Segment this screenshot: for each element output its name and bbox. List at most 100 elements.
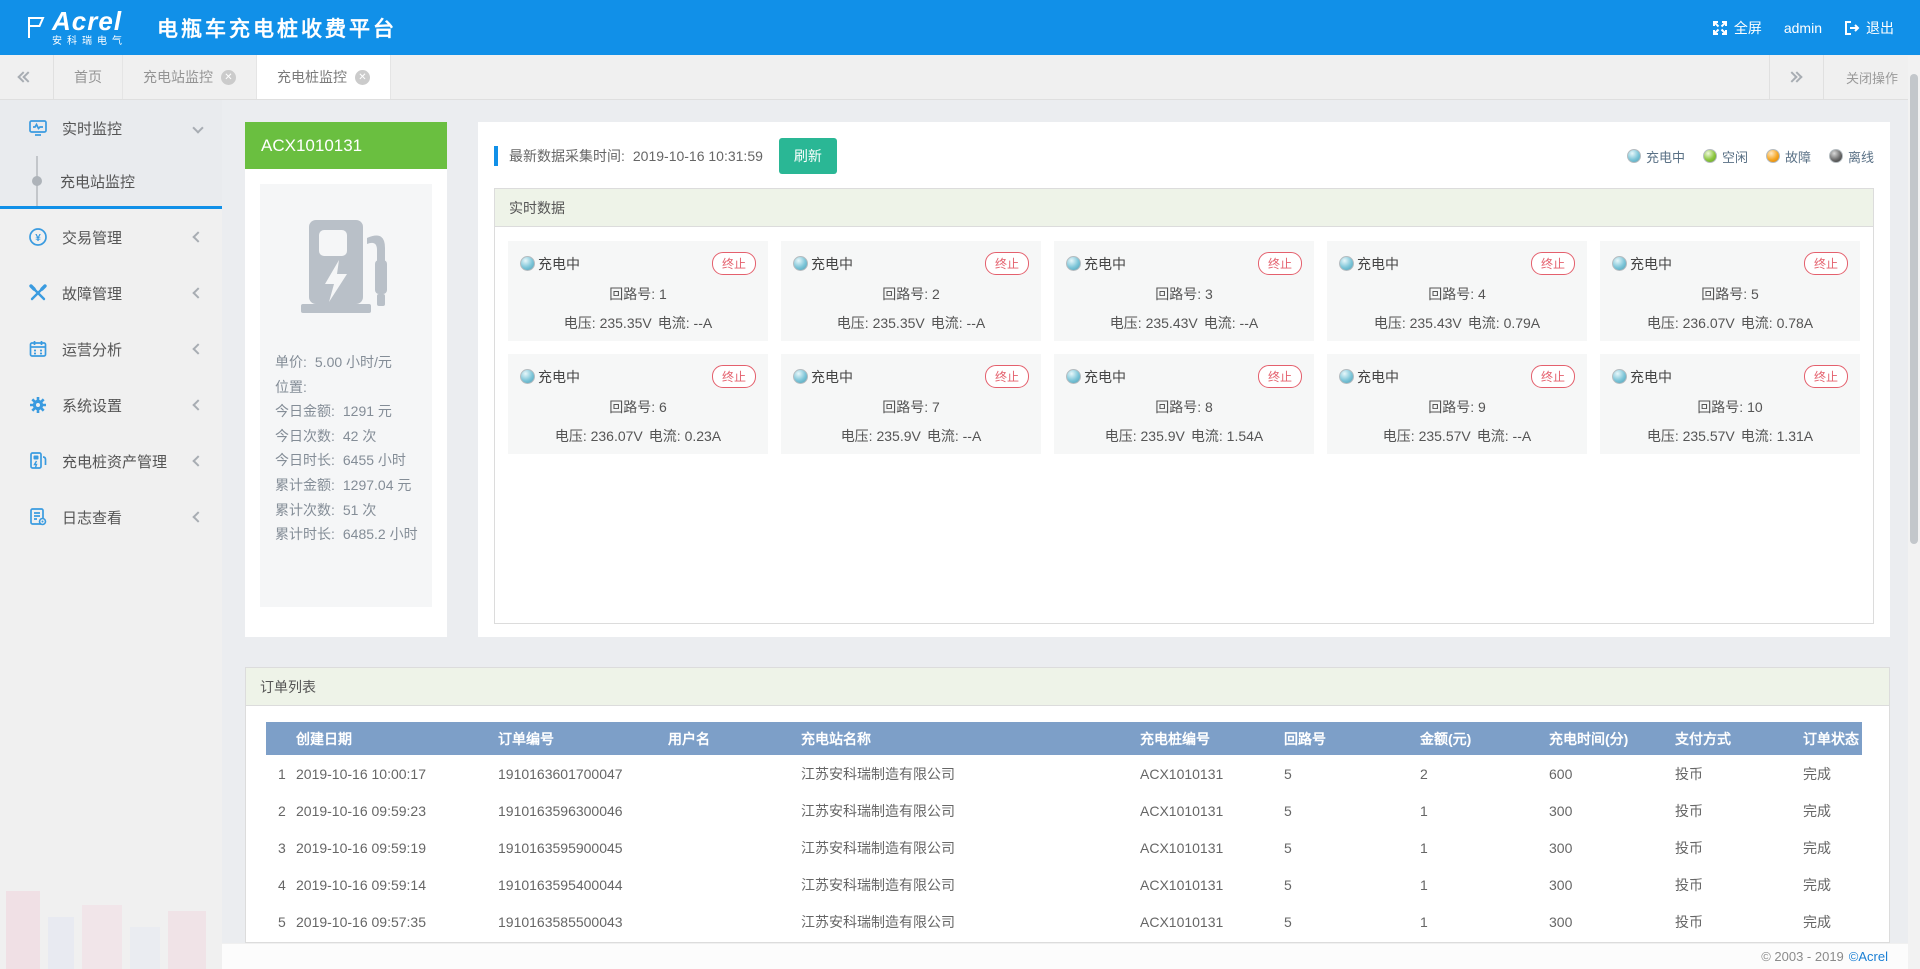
tab-home[interactable]: 首页	[54, 55, 123, 99]
circuit-card: 充电中 终止 回路号: 1 电压: 235.35V电流: --A	[508, 241, 768, 341]
cell-pile: ACX1010131	[1140, 755, 1284, 792]
orders-panel: 订单列表 创建日期 订单编号 用户名 充电站名称 充电桩编号	[245, 667, 1890, 943]
footer-brand-link[interactable]: ©Acrel	[1849, 949, 1888, 964]
cell-status: 完成	[1803, 792, 1862, 829]
close-operations-dropdown[interactable]: 关闭操作	[1823, 55, 1920, 99]
charging-status-icon	[1339, 369, 1354, 384]
cell-username	[668, 792, 801, 829]
cell-date: 2019-10-16 10:00:17	[296, 755, 498, 792]
tabs-scroll-right-button[interactable]	[1769, 55, 1823, 99]
sidebar-item-operation-analysis[interactable]: 运营分析	[0, 321, 222, 377]
column-header-minutes: 充电时间(分)	[1549, 722, 1675, 755]
terminate-button[interactable]: 终止	[1258, 252, 1302, 275]
circuit-status: 充电中	[1630, 367, 1672, 387]
cell-pay: 投币	[1675, 866, 1803, 903]
main-area: ACX1010131	[222, 100, 1920, 969]
cell-index: 3	[266, 829, 296, 866]
double-chevron-left-icon	[22, 73, 32, 81]
circuit-readings: 电压: 235.9V电流: --A	[793, 426, 1029, 446]
top-header: Acrel 安科瑞电气 电瓶车充电桩收费平台 全屏 admin 退出	[0, 0, 1920, 55]
collect-time-label: 最新数据采集时间:	[509, 146, 625, 166]
cell-status: 完成	[1803, 866, 1862, 903]
terminate-button[interactable]: 终止	[712, 365, 756, 388]
acrel-logo-icon	[26, 15, 48, 41]
circuit-readings: 电压: 235.43V电流: 0.79A	[1339, 313, 1575, 333]
user-menu[interactable]: admin	[1784, 20, 1822, 36]
cell-index: 2	[266, 792, 296, 829]
terminate-button[interactable]: 终止	[985, 252, 1029, 275]
sidebar-item-logs[interactable]: 日志查看	[0, 489, 222, 545]
column-header-circuit: 回路号	[1284, 722, 1420, 755]
sidebar-item-transactions[interactable]: ¥ 交易管理	[0, 209, 222, 265]
terminate-button[interactable]: 终止	[985, 365, 1029, 388]
stat-today-count: 今日次数:42 次	[275, 424, 432, 449]
order-row: 4 2019-10-16 09:59:14 1910163595400044 江…	[266, 866, 1862, 903]
terminate-button[interactable]: 终止	[1804, 252, 1848, 275]
fullscreen-button[interactable]: 全屏	[1712, 18, 1762, 38]
cell-amount: 1	[1420, 792, 1549, 829]
cell-amount: 1	[1420, 866, 1549, 903]
circuit-number: 回路号: 4	[1339, 284, 1575, 304]
column-header-username: 用户名	[668, 722, 801, 755]
circuit-readings: 电压: 236.07V电流: 0.78A	[1612, 313, 1848, 333]
circuit-number: 回路号: 2	[793, 284, 1029, 304]
calendar-icon	[28, 339, 48, 359]
scrollbar-thumb[interactable]	[1910, 74, 1918, 544]
terminate-button[interactable]: 终止	[1531, 252, 1575, 275]
cell-station: 江苏安科瑞制造有限公司	[801, 792, 1140, 829]
pile-info-card: ACX1010131	[245, 122, 447, 637]
tab-station-monitor[interactable]: 充电站监控 ✕	[123, 55, 257, 99]
sidebar-item-realtime-monitor[interactable]: 实时监控	[0, 100, 222, 156]
circuit-status: 充电中	[811, 254, 853, 274]
cell-minutes: 300	[1549, 903, 1675, 940]
tab-close-icon[interactable]: ✕	[221, 70, 236, 85]
column-header-index	[266, 722, 296, 755]
sidebar-item-faults[interactable]: 故障管理	[0, 265, 222, 321]
terminate-button[interactable]: 终止	[712, 252, 756, 275]
tabs-scroll-left-button[interactable]	[0, 55, 54, 99]
stat-location: 位置:	[275, 375, 432, 400]
legend-charging: 充电中	[1627, 147, 1685, 166]
cell-pay: 投币	[1675, 829, 1803, 866]
column-header-pile: 充电桩编号	[1140, 722, 1284, 755]
orders-table: 创建日期 订单编号 用户名 充电站名称 充电桩编号 回路号 金额(元) 充电时间…	[266, 722, 1862, 940]
cell-order-no: 1910163585500043	[498, 903, 668, 940]
terminate-button[interactable]: 终止	[1804, 365, 1848, 388]
vertical-scrollbar[interactable]	[1908, 56, 1920, 969]
stat-total-amount: 累计金额:1297.04 元	[275, 473, 432, 498]
charging-status-icon	[1339, 256, 1354, 271]
circuit-card: 充电中 终止 回路号: 7 电压: 235.9V电流: --A	[781, 354, 1041, 454]
terminate-button[interactable]: 终止	[1531, 365, 1575, 388]
timeline-dot-icon	[28, 156, 46, 206]
column-header-pay: 支付方式	[1675, 722, 1803, 755]
tab-close-icon[interactable]: ✕	[355, 70, 370, 85]
monitor-panel-container: 最新数据采集时间: 2019-10-16 10:31:59 刷新 充电中 空闲 …	[478, 122, 1890, 637]
log-icon	[28, 507, 48, 527]
circuit-status: 充电中	[1084, 367, 1126, 387]
column-header-status: 订单状态	[1803, 722, 1862, 755]
sidebar-item-station-monitor[interactable]: 充电站监控	[0, 156, 222, 206]
cell-index: 5	[266, 903, 296, 940]
refresh-button[interactable]: 刷新	[779, 138, 837, 174]
sidebar-item-system-settings[interactable]: 系统设置	[0, 377, 222, 433]
legend-fault: 故障	[1766, 147, 1811, 166]
terminate-button[interactable]: 终止	[1258, 365, 1302, 388]
circuit-status: 充电中	[1630, 254, 1672, 274]
cell-circuit: 5	[1284, 866, 1420, 903]
cell-minutes: 300	[1549, 792, 1675, 829]
tab-pile-monitor[interactable]: 充电桩监控 ✕	[257, 55, 391, 99]
column-header-amount: 金额(元)	[1420, 722, 1549, 755]
cell-pay: 投币	[1675, 903, 1803, 940]
charging-status-icon	[520, 256, 535, 271]
charging-status-icon	[1627, 149, 1641, 163]
logout-button[interactable]: 退出	[1844, 18, 1894, 38]
cell-order-no: 1910163596300046	[498, 792, 668, 829]
sidebar-item-pile-assets[interactable]: 充电桩资产管理	[0, 433, 222, 489]
charging-status-icon	[793, 369, 808, 384]
cell-order-no: 1910163595900045	[498, 829, 668, 866]
circuit-status: 充电中	[538, 254, 580, 274]
circuit-number: 回路号: 6	[520, 397, 756, 417]
circuit-status: 充电中	[1357, 367, 1399, 387]
circuit-readings: 电压: 235.57V电流: 1.31A	[1612, 426, 1848, 446]
footer: © 2003 - 2019 ©Acrel	[222, 943, 1920, 969]
